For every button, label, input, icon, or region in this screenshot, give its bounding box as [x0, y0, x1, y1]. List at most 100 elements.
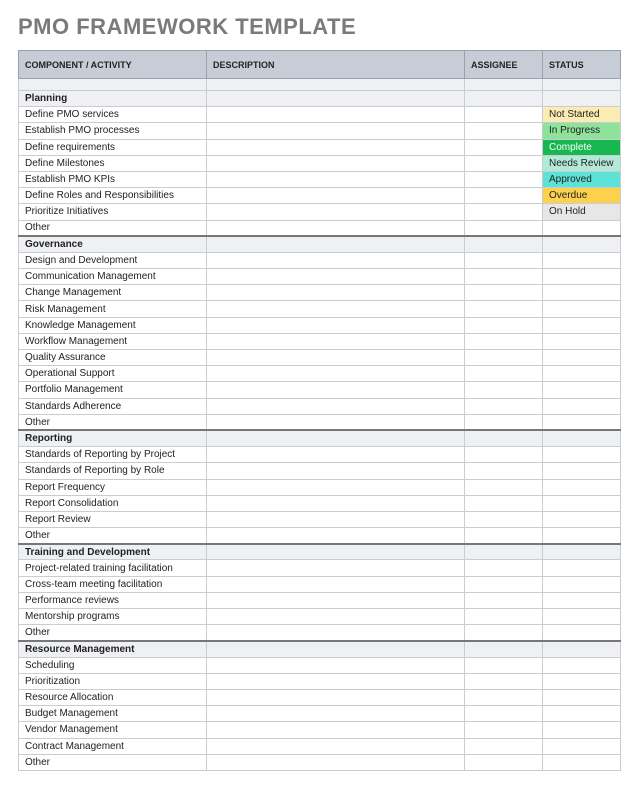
description-cell[interactable] [207, 738, 465, 754]
activity-cell[interactable]: Standards Adherence [19, 398, 207, 414]
description-cell[interactable] [207, 673, 465, 689]
description-cell[interactable] [207, 560, 465, 576]
assignee-cell[interactable] [465, 317, 543, 333]
assignee-cell[interactable] [465, 738, 543, 754]
status-cell[interactable]: Needs Review [543, 155, 621, 171]
activity-cell[interactable]: Resource Allocation [19, 689, 207, 705]
activity-cell[interactable]: Operational Support [19, 366, 207, 382]
description-cell[interactable] [207, 706, 465, 722]
status-cell[interactable] [543, 317, 621, 333]
description-cell[interactable] [207, 301, 465, 317]
assignee-cell[interactable] [465, 269, 543, 285]
activity-cell[interactable]: Workflow Management [19, 333, 207, 349]
assignee-cell[interactable] [465, 479, 543, 495]
description-cell[interactable] [207, 171, 465, 187]
activity-cell[interactable]: Scheduling [19, 657, 207, 673]
activity-cell[interactable]: Report Frequency [19, 479, 207, 495]
activity-cell[interactable]: Standards of Reporting by Role [19, 463, 207, 479]
status-cell[interactable]: On Hold [543, 204, 621, 220]
description-cell[interactable] [207, 576, 465, 592]
description-cell[interactable] [207, 107, 465, 123]
assignee-cell[interactable] [465, 139, 543, 155]
activity-cell[interactable]: Project-related training facilitation [19, 560, 207, 576]
description-cell[interactable] [207, 123, 465, 139]
assignee-cell[interactable] [465, 592, 543, 608]
assignee-cell[interactable] [465, 220, 543, 236]
activity-cell[interactable]: Risk Management [19, 301, 207, 317]
activity-cell[interactable]: Quality Assurance [19, 350, 207, 366]
status-cell[interactable]: Approved [543, 171, 621, 187]
status-cell[interactable] [543, 560, 621, 576]
activity-cell[interactable]: Other [19, 414, 207, 430]
description-cell[interactable] [207, 333, 465, 349]
status-cell[interactable] [543, 657, 621, 673]
assignee-cell[interactable] [465, 511, 543, 527]
status-cell[interactable] [543, 398, 621, 414]
assignee-cell[interactable] [465, 204, 543, 220]
activity-cell[interactable]: Prioritize Initiatives [19, 204, 207, 220]
activity-cell[interactable]: Other [19, 528, 207, 544]
description-cell[interactable] [207, 463, 465, 479]
status-cell[interactable]: Complete [543, 139, 621, 155]
status-cell[interactable] [543, 366, 621, 382]
status-cell[interactable] [543, 689, 621, 705]
description-cell[interactable] [207, 447, 465, 463]
description-cell[interactable] [207, 414, 465, 430]
description-cell[interactable] [207, 350, 465, 366]
status-cell[interactable] [543, 269, 621, 285]
activity-cell[interactable]: Define Milestones [19, 155, 207, 171]
activity-cell[interactable]: Budget Management [19, 706, 207, 722]
description-cell[interactable] [207, 657, 465, 673]
description-cell[interactable] [207, 317, 465, 333]
assignee-cell[interactable] [465, 366, 543, 382]
assignee-cell[interactable] [465, 576, 543, 592]
assignee-cell[interactable] [465, 414, 543, 430]
description-cell[interactable] [207, 625, 465, 641]
activity-cell[interactable]: Define requirements [19, 139, 207, 155]
assignee-cell[interactable] [465, 609, 543, 625]
activity-cell[interactable]: Change Management [19, 285, 207, 301]
assignee-cell[interactable] [465, 107, 543, 123]
assignee-cell[interactable] [465, 706, 543, 722]
activity-cell[interactable]: Prioritization [19, 673, 207, 689]
assignee-cell[interactable] [465, 301, 543, 317]
status-cell[interactable] [543, 609, 621, 625]
assignee-cell[interactable] [465, 463, 543, 479]
assignee-cell[interactable] [465, 625, 543, 641]
activity-cell[interactable]: Other [19, 625, 207, 641]
activity-cell[interactable]: Communication Management [19, 269, 207, 285]
activity-cell[interactable]: Other [19, 754, 207, 770]
status-cell[interactable] [543, 673, 621, 689]
status-cell[interactable] [543, 301, 621, 317]
activity-cell[interactable]: Define PMO services [19, 107, 207, 123]
status-cell[interactable] [543, 479, 621, 495]
assignee-cell[interactable] [465, 171, 543, 187]
assignee-cell[interactable] [465, 495, 543, 511]
description-cell[interactable] [207, 528, 465, 544]
assignee-cell[interactable] [465, 560, 543, 576]
activity-cell[interactable]: Report Consolidation [19, 495, 207, 511]
description-cell[interactable] [207, 139, 465, 155]
activity-cell[interactable]: Report Review [19, 511, 207, 527]
status-cell[interactable] [543, 414, 621, 430]
status-cell[interactable]: In Progress [543, 123, 621, 139]
status-cell[interactable] [543, 625, 621, 641]
description-cell[interactable] [207, 188, 465, 204]
description-cell[interactable] [207, 495, 465, 511]
description-cell[interactable] [207, 609, 465, 625]
status-cell[interactable] [543, 722, 621, 738]
activity-cell[interactable]: Contract Management [19, 738, 207, 754]
assignee-cell[interactable] [465, 673, 543, 689]
assignee-cell[interactable] [465, 252, 543, 268]
assignee-cell[interactable] [465, 155, 543, 171]
status-cell[interactable]: Overdue [543, 188, 621, 204]
assignee-cell[interactable] [465, 382, 543, 398]
status-cell[interactable]: Not Started [543, 107, 621, 123]
assignee-cell[interactable] [465, 350, 543, 366]
description-cell[interactable] [207, 382, 465, 398]
description-cell[interactable] [207, 754, 465, 770]
activity-cell[interactable]: Establish PMO processes [19, 123, 207, 139]
description-cell[interactable] [207, 252, 465, 268]
status-cell[interactable] [543, 592, 621, 608]
description-cell[interactable] [207, 689, 465, 705]
